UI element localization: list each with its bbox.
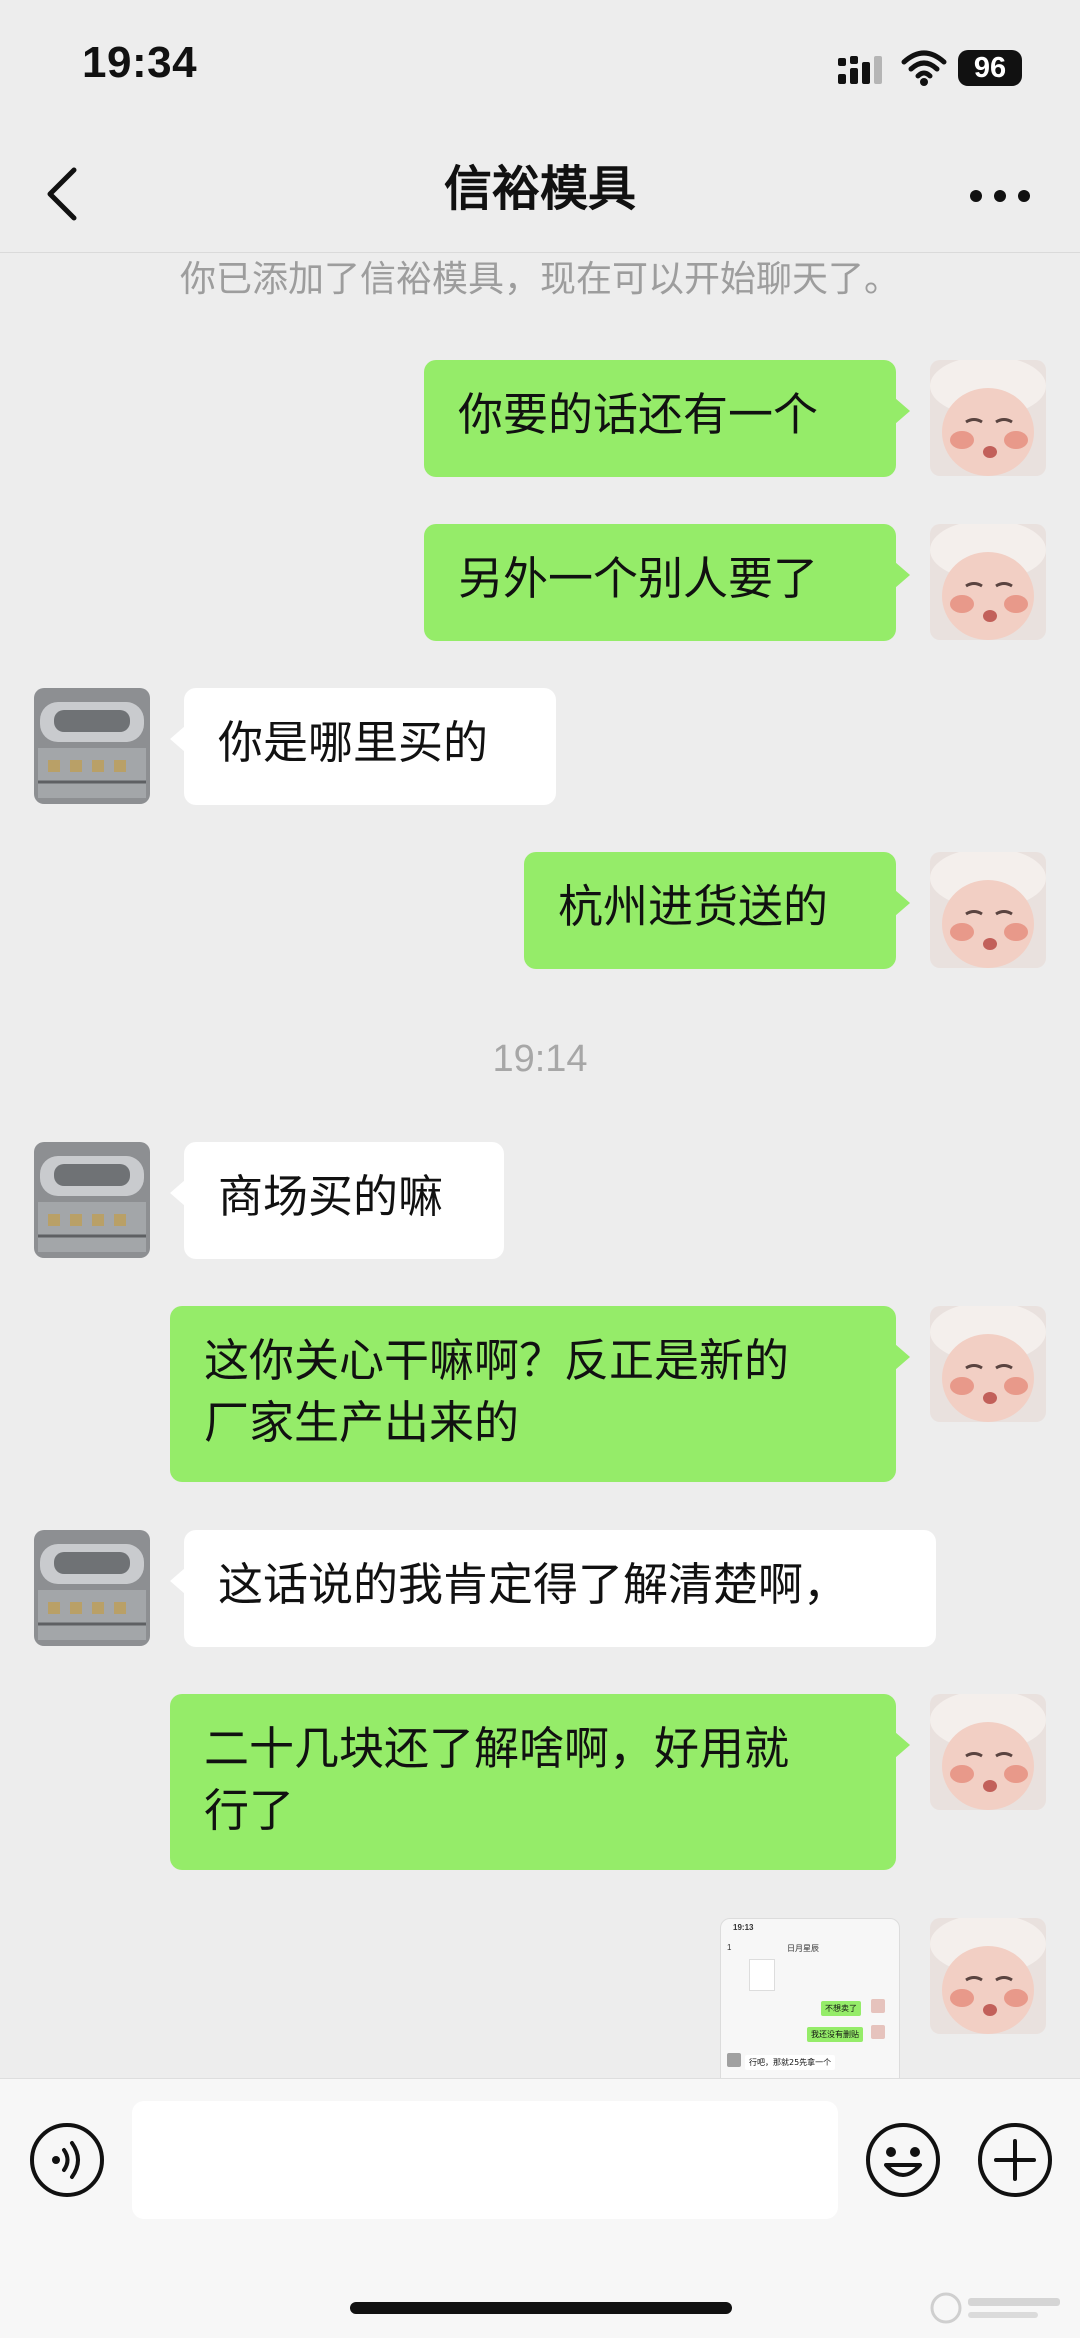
nav-bar: 信裕模具 (0, 130, 1080, 253)
contact-avatar[interactable] (34, 688, 150, 804)
voice-icon (30, 2123, 104, 2197)
chat-title: 信裕模具 (443, 161, 636, 217)
message-input[interactable] (132, 2101, 838, 2219)
message-text: 这话说的我肯定得了解清楚啊， (218, 1558, 849, 1611)
message-text-line: 这你关心干嘛啊？反正是新的 (204, 1334, 790, 1387)
contact-message-bubble[interactable]: 你是哪里买的 (170, 688, 556, 805)
my-message-bubble[interactable]: 二十几块还了解啥啊，好用就 行了 (170, 1694, 910, 1870)
message-text: 商场买的嘛 (218, 1170, 444, 1223)
contact-message-bubble[interactable]: 商场买的嘛 (170, 1142, 504, 1259)
voice-button[interactable] (28, 2121, 106, 2199)
my-avatar[interactable] (930, 852, 1046, 968)
my-message-bubble[interactable]: 另外一个别人要了 (424, 524, 910, 641)
chevron-left-icon (47, 167, 77, 221)
contact-avatar[interactable] (34, 1142, 150, 1258)
my-avatar[interactable] (930, 1694, 1046, 1810)
plus-icon (978, 2123, 1052, 2197)
status-bar: 19:34 96 (0, 0, 1080, 130)
my-message-bubble[interactable]: 杭州进货送的 (524, 852, 910, 969)
watermark-logo (928, 2288, 1068, 2328)
input-bar (0, 2078, 1080, 2338)
message-text: 另外一个别人要了 (458, 552, 819, 605)
mini-bubble: 行吧，那就25先拿一个 (745, 2055, 836, 2070)
mini-chat-title: 日月星辰 (787, 1944, 819, 1953)
mini-avatar (871, 2025, 885, 2039)
home-indicator[interactable] (350, 2302, 732, 2314)
mini-bubble: 不想卖了 (821, 2001, 861, 2016)
message-text-line: 厂家生产出来的 (204, 1396, 520, 1449)
message-text: 你要的话还有一个 (458, 388, 819, 441)
my-avatar[interactable] (930, 360, 1046, 476)
mini-avatar (871, 1999, 885, 2013)
my-avatar[interactable] (930, 1918, 1046, 2034)
status-time: 19:34 (82, 38, 198, 87)
mini-bubble: 我还没有删贴 (807, 2027, 863, 2042)
more-button[interactable] (960, 158, 1040, 228)
message-text: 你是哪里买的 (218, 716, 489, 769)
mini-card (749, 1959, 775, 1991)
plus-button[interactable] (976, 2121, 1054, 2199)
time-divider: 19:14 (492, 1038, 588, 1080)
mini-avatar (727, 2053, 741, 2067)
image-message[interactable]: 19:13 1 日月星辰 不想卖了 我还没有删贴 行吧，那就25先拿一个 (720, 1918, 900, 2080)
emoji-icon (866, 2123, 940, 2197)
emoji-button[interactable] (864, 2121, 942, 2199)
my-message-bubble[interactable]: 你要的话还有一个 (424, 360, 910, 477)
more-icon (970, 190, 1030, 202)
my-avatar[interactable] (930, 1306, 1046, 1422)
my-message-bubble[interactable]: 这你关心干嘛啊？反正是新的 厂家生产出来的 (170, 1306, 910, 1482)
message-text-line: 二十几块还了解啥啊，好用就 (204, 1722, 790, 1775)
back-button[interactable] (36, 158, 96, 228)
system-notice: 你已添加了信裕模具，现在可以开始聊天了。 (179, 259, 900, 300)
mini-status-time: 19:13 (733, 1923, 754, 1932)
wifi-icon (900, 48, 948, 88)
message-text: 杭州进货送的 (558, 880, 829, 933)
message-text-line: 行了 (204, 1784, 295, 1837)
signal-icon (836, 52, 886, 88)
contact-message-bubble[interactable]: 这话说的我肯定得了解清楚啊， (170, 1530, 936, 1647)
contact-avatar[interactable] (34, 1530, 150, 1646)
mini-back-count: 1 (727, 1943, 732, 1952)
my-avatar[interactable] (930, 524, 1046, 640)
battery-icon: 96 (958, 50, 1022, 86)
